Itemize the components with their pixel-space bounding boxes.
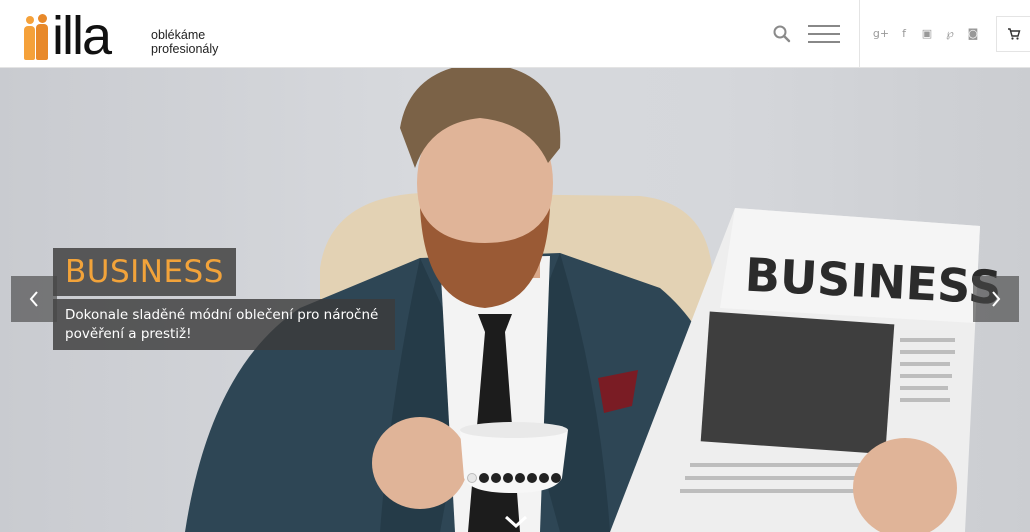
tagline: oblékáme profesionály: [151, 28, 218, 56]
slider-dot[interactable]: [539, 473, 549, 483]
slider-dots: [467, 473, 561, 483]
slider-dot[interactable]: [551, 473, 561, 483]
social-links: g+ f ▣ ℘ ◙: [872, 24, 982, 42]
pinterest-icon[interactable]: ℘: [941, 24, 959, 42]
slider-dot[interactable]: [491, 473, 501, 483]
chevron-left-icon: [29, 291, 38, 307]
slider-dot[interactable]: [479, 473, 489, 483]
logo[interactable]: illa: [24, 6, 112, 66]
hero-slider: BUSINESS BUSINESS Dokonale sladěné módní…: [0, 68, 1030, 532]
google-plus-icon[interactable]: g+: [872, 24, 890, 42]
slider-dot[interactable]: [467, 473, 477, 483]
hamburger-menu-icon[interactable]: [808, 24, 840, 44]
instagram-icon[interactable]: ◙: [964, 24, 982, 42]
tagline-line-2: profesionály: [151, 42, 219, 56]
cart-icon[interactable]: [996, 16, 1030, 52]
logo-text: illa: [52, 6, 112, 66]
slider-next-button[interactable]: [973, 276, 1019, 322]
slider-dot[interactable]: [503, 473, 513, 483]
scroll-down-button[interactable]: [502, 512, 530, 532]
site-header: illa oblékáme profesionály g+ f ▣ ℘ ◙: [0, 0, 1030, 68]
slide-description: Dokonale sladěné módní oblečení pro náro…: [53, 299, 395, 350]
slider-prev-button[interactable]: [11, 276, 57, 322]
chevron-down-icon: [504, 515, 528, 529]
youtube-icon[interactable]: ▣: [918, 24, 936, 42]
slider-dot[interactable]: [515, 473, 525, 483]
slide-title: BUSINESS: [53, 248, 236, 296]
chevron-right-icon: [992, 291, 1001, 307]
logo-figures-icon: [24, 14, 50, 60]
tagline-line-1: oblékáme: [151, 28, 206, 42]
facebook-icon[interactable]: f: [895, 24, 913, 42]
search-icon[interactable]: [770, 22, 794, 46]
header-divider: [859, 0, 860, 68]
slider-dot[interactable]: [527, 473, 537, 483]
